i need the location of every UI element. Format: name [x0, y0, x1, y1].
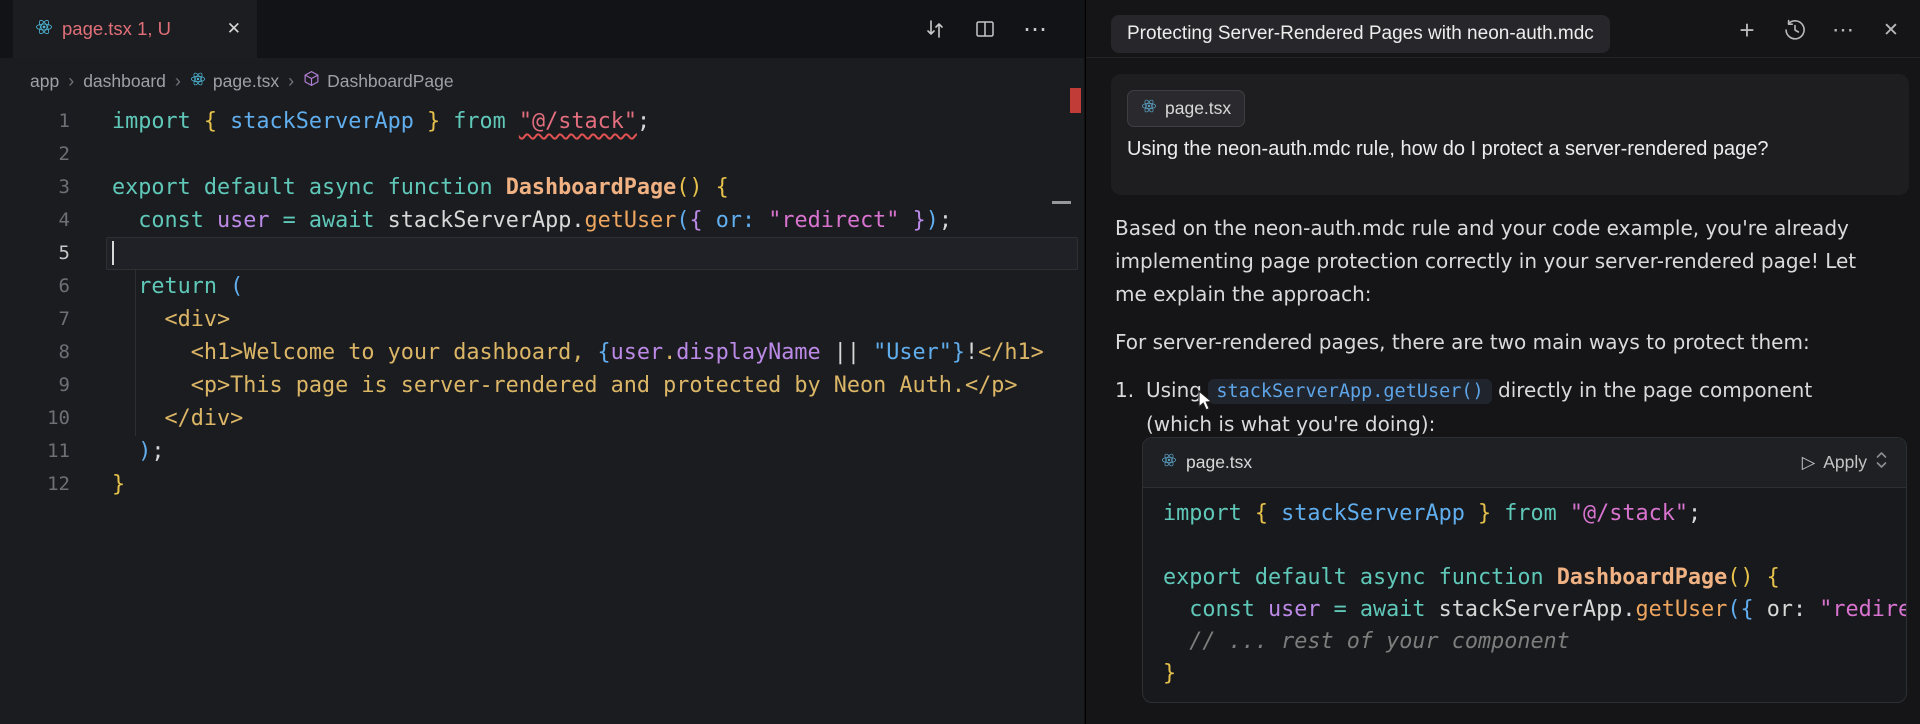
- line-number: 12: [0, 468, 70, 501]
- code-line[interactable]: 11 );: [0, 435, 1084, 468]
- more-actions-icon[interactable]: ⋯: [1020, 14, 1050, 44]
- breadcrumb-app[interactable]: app: [30, 71, 59, 92]
- history-icon[interactable]: [1779, 14, 1811, 46]
- code-line[interactable]: 7 <div>: [0, 303, 1084, 336]
- code-line: export default async function DashboardP…: [1163, 562, 1906, 594]
- assistant-answer: Based on the neon-auth.mdc rule and your…: [1115, 212, 1870, 441]
- breadcrumb-dashboard[interactable]: dashboard: [83, 71, 166, 92]
- react-icon: [190, 71, 206, 92]
- list-text: Using stackServerApp.getUser() directly …: [1146, 374, 1870, 441]
- code-line[interactable]: 6 return (: [0, 270, 1084, 303]
- line-number: 9: [0, 369, 70, 402]
- play-icon: ▷: [1802, 452, 1815, 473]
- code-editor[interactable]: 1import { stackServerApp } from "@/stack…: [0, 105, 1084, 501]
- line-number: 2: [0, 138, 70, 171]
- react-icon: [1161, 452, 1177, 473]
- breadcrumb-file[interactable]: page.tsx: [190, 71, 279, 92]
- more-options-icon[interactable]: ⋯: [1827, 14, 1859, 46]
- code-line: const user = await stackServerApp.getUse…: [1163, 594, 1906, 626]
- code-line[interactable]: 8 <h1>Welcome to your dashboard, {user.d…: [0, 336, 1084, 369]
- code-line[interactable]: 5: [0, 237, 1084, 270]
- close-panel-icon[interactable]: ✕: [1875, 14, 1907, 46]
- breadcrumb-symbol[interactable]: DashboardPage: [303, 70, 453, 92]
- breadcrumb-separator: ›: [68, 71, 74, 92]
- code-block-body: import { stackServerApp } from "@/stack"…: [1143, 488, 1906, 690]
- answer-paragraph-2: For server-rendered pages, there are two…: [1115, 326, 1870, 359]
- current-line-highlight: [106, 237, 1078, 270]
- line-number: 10: [0, 402, 70, 435]
- new-chat-icon[interactable]: +: [1731, 14, 1763, 46]
- inline-code: stackServerApp.getUser(): [1208, 379, 1491, 404]
- list-number: 1.: [1115, 374, 1146, 441]
- apply-button[interactable]: ▷ Apply: [1802, 449, 1888, 476]
- chat-code-block: page.tsx ▷ Apply import { stackServerApp…: [1142, 437, 1907, 703]
- expand-chevrons-icon[interactable]: [1875, 449, 1888, 476]
- user-message-card: page.tsx Using the neon-auth.mdc rule, h…: [1111, 74, 1909, 195]
- line-number: 7: [0, 303, 70, 336]
- code-block-filename: page.tsx: [1186, 452, 1252, 473]
- tab-close-icon[interactable]: ✕: [227, 19, 241, 39]
- overview-ruler-error-mark: [1070, 88, 1081, 113]
- code-line: }: [1163, 658, 1906, 690]
- code-block-header: page.tsx ▷ Apply: [1143, 438, 1906, 488]
- tab-label: page.tsx 1, U: [62, 18, 171, 40]
- tab-page-tsx[interactable]: page.tsx 1, U ✕: [13, 0, 257, 58]
- editor-pane: page.tsx 1, U ✕ ⋯ app › dashboard › page…: [0, 0, 1084, 724]
- code-line: // ... rest of your component: [1163, 626, 1906, 658]
- code-line[interactable]: 10 </div>: [0, 402, 1084, 435]
- breadcrumb-separator: ›: [175, 71, 181, 92]
- code-line: import { stackServerApp } from "@/stack"…: [1163, 498, 1906, 530]
- code-line[interactable]: 1import { stackServerApp } from "@/stack…: [0, 105, 1084, 138]
- line-number: 5: [0, 237, 70, 270]
- line-number: 11: [0, 435, 70, 468]
- chat-title: Protecting Server-Rendered Pages with ne…: [1111, 15, 1610, 53]
- attached-file-chip[interactable]: page.tsx: [1127, 90, 1245, 127]
- symbol-cube-icon: [303, 70, 320, 92]
- indent-guide: [135, 270, 136, 436]
- line-number: 6: [0, 270, 70, 303]
- code-line: [1163, 530, 1906, 562]
- code-line[interactable]: 3export default async function Dashboard…: [0, 171, 1084, 204]
- chat-pane: Protecting Server-Rendered Pages with ne…: [1085, 0, 1920, 724]
- open-changes-icon[interactable]: [920, 14, 950, 44]
- code-line[interactable]: 12}: [0, 468, 1084, 501]
- editor-actions: ⋯: [920, 14, 1050, 44]
- answer-paragraph-1: Based on the neon-auth.mdc rule and your…: [1115, 212, 1870, 311]
- text-cursor: [112, 241, 114, 265]
- mouse-cursor: [1196, 390, 1216, 417]
- react-icon: [1141, 98, 1157, 119]
- line-number: 3: [0, 171, 70, 204]
- line-number: 4: [0, 204, 70, 237]
- breadcrumb: app › dashboard › page.tsx › DashboardPa…: [30, 58, 454, 104]
- overview-ruler-cursor-mark: [1052, 201, 1071, 204]
- split-editor-icon[interactable]: [970, 14, 1000, 44]
- react-icon: [35, 18, 53, 41]
- code-line[interactable]: 4 const user = await stackServerApp.getU…: [0, 204, 1084, 237]
- line-number: 1: [0, 105, 70, 138]
- code-line[interactable]: 2: [0, 138, 1084, 171]
- chip-filename: page.tsx: [1165, 98, 1231, 119]
- answer-list-item-1: 1. Using stackServerApp.getUser() direct…: [1115, 374, 1870, 441]
- user-question-text: Using the neon-auth.mdc rule, how do I p…: [1127, 138, 1897, 161]
- chat-header: Protecting Server-Rendered Pages with ne…: [1086, 0, 1920, 58]
- line-number: 8: [0, 336, 70, 369]
- code-line[interactable]: 9 <p>This page is server-rendered and pr…: [0, 369, 1084, 402]
- breadcrumb-separator: ›: [288, 71, 294, 92]
